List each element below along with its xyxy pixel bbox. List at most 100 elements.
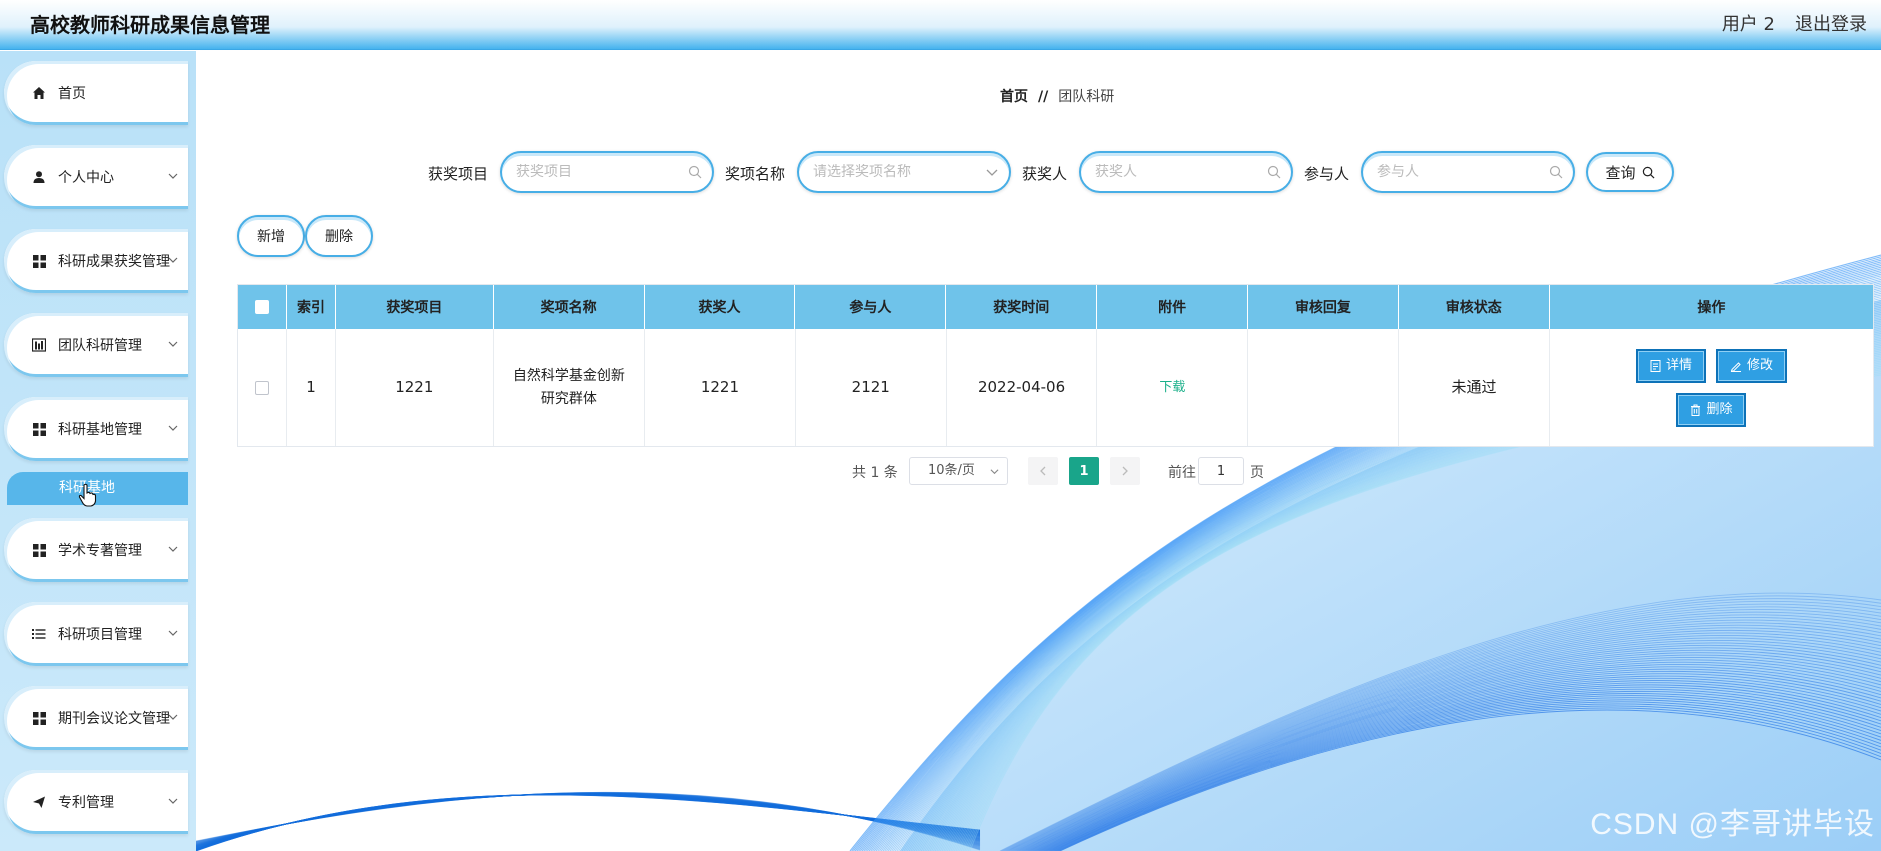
award-project-field[interactable] [500, 151, 714, 193]
participant-label: 参与人 [1304, 165, 1350, 183]
winner-input[interactable] [1095, 164, 1265, 180]
column-header: 获奖时间 [946, 285, 1098, 329]
column-header: 操作 [1697, 300, 1726, 316]
sidebar-item-label: 个人中心 [58, 170, 114, 186]
column-header: 参与人 [795, 285, 947, 329]
chevron-down-icon [168, 630, 178, 636]
sidebar-item-patent[interactable]: 专利管理 [4, 770, 188, 834]
page-size-select[interactable]: 10条/页 [909, 457, 1008, 485]
search-icon [1267, 165, 1281, 179]
sidebar-item-team-research[interactable]: 团队科研管理 [4, 313, 188, 377]
column-header: 获奖项目 [336, 285, 494, 329]
sidebar-item-personal-center[interactable]: 个人中心 [4, 145, 188, 209]
chevron-down-icon [168, 546, 178, 552]
download-link[interactable]: 下载 [1159, 376, 1185, 399]
chevron-right-icon [1122, 466, 1128, 476]
column-header: 奖项名称 [494, 285, 645, 329]
chevron-down-icon [168, 173, 178, 179]
column-header: 审核回复 [1248, 285, 1399, 329]
detail-button[interactable]: 详情 [1635, 348, 1706, 383]
column-header: 获奖人 [645, 285, 796, 329]
edit-button[interactable]: 修改 [1715, 348, 1787, 383]
sidebar-item-journal-papers[interactable]: 期刊会议论文管理 [4, 686, 188, 750]
current-user[interactable]: 用户 2 [1722, 10, 1775, 36]
award-project-cell: 1221 [336, 329, 494, 446]
award-project-label: 获奖项目 [428, 165, 489, 183]
sidebar-item-label: 专利管理 [58, 795, 114, 811]
page-number-button[interactable]: 1 [1069, 457, 1099, 485]
search-icon [1642, 166, 1654, 178]
page-unit-label: 页 [1250, 465, 1264, 481]
data-table: 索引 获奖项目 奖项名称 获奖人 参与人 获奖时间 附件 审核回复 审核状态 操… [237, 284, 1874, 447]
pagination: 共 1 条 10条/页 1 前往 页 [196, 457, 1881, 485]
sidebar-item-research-base[interactable]: 科研基地管理 [4, 397, 188, 461]
next-page-button[interactable] [1110, 457, 1140, 485]
award-project-input[interactable] [516, 164, 686, 180]
goto-page-input[interactable] [1198, 457, 1244, 485]
document-icon [1650, 359, 1661, 372]
row-select-cell [238, 329, 287, 446]
winner-field[interactable] [1079, 151, 1293, 193]
breadcrumb-home[interactable]: 首页 [1000, 89, 1028, 105]
award-name-select[interactable] [797, 151, 1011, 193]
sidebar: 首页 个人中心 科研成果获奖管理 团队科研管理 科研基地管理 科研基地 学术专著… [0, 51, 196, 851]
search-icon [1549, 165, 1563, 179]
winner-label: 获奖人 [1022, 165, 1068, 183]
query-button[interactable]: 查询 [1586, 152, 1674, 192]
sidebar-item-home[interactable]: 首页 [4, 61, 188, 125]
chevron-down-icon [168, 425, 178, 431]
chevron-down-icon [168, 341, 178, 347]
hand-cursor-icon [78, 483, 97, 507]
sidebar-item-label: 学术专著管理 [58, 543, 142, 559]
page-size-value: 10条/页 [928, 463, 975, 478]
sidebar-item-label: 首页 [58, 86, 86, 102]
participant-input[interactable] [1377, 164, 1547, 180]
review-reply-cell [1248, 329, 1400, 446]
attachment-cell: 下载 [1097, 329, 1249, 446]
prev-page-button[interactable] [1028, 457, 1058, 485]
edit-icon [1730, 360, 1742, 372]
participant-cell: 2121 [796, 329, 947, 446]
sidebar-item-label: 团队科研管理 [58, 338, 142, 354]
row-checkbox[interactable] [254, 380, 269, 395]
row-delete-button-label: 删除 [1706, 402, 1733, 417]
column-header: 索引 [287, 285, 336, 329]
send-icon [30, 793, 48, 811]
breadcrumb-current: 团队科研 [1058, 89, 1115, 105]
delete-batch-button[interactable]: 删除 [305, 215, 373, 257]
column-header: 审核状态 [1399, 285, 1550, 329]
participant-field[interactable] [1361, 151, 1575, 193]
grid-icon [30, 252, 48, 270]
sidebar-item-label: 期刊会议论文管理 [58, 711, 170, 727]
table-header: 索引 获奖项目 奖项名称 获奖人 参与人 获奖时间 附件 审核回复 审核状态 操… [238, 285, 1873, 329]
goto-label: 前往 [1168, 465, 1196, 481]
grid-icon [30, 420, 48, 438]
award-name-label: 奖项名称 [725, 165, 786, 183]
sidebar-item-label: 科研成果获奖管理 [58, 254, 170, 270]
sidebar-item-research-project[interactable]: 科研项目管理 [4, 602, 188, 666]
chevron-down-icon [990, 469, 999, 475]
winner-cell: 1221 [645, 329, 796, 446]
sidebar-item-label: 科研项目管理 [58, 627, 142, 643]
search-bar: 获奖项目 奖项名称 获奖人 参与人 查询 [196, 151, 1881, 195]
chevron-down-icon [986, 169, 998, 176]
sidebar-item-label: 科研基地管理 [58, 422, 142, 438]
column-header: 附件 [1097, 285, 1249, 329]
query-button-label: 查询 [1605, 163, 1636, 182]
award-name-input[interactable] [813, 164, 983, 180]
sidebar-item-award-management[interactable]: 科研成果获奖管理 [4, 229, 188, 293]
chevron-down-icon [168, 798, 178, 804]
logout-link[interactable]: 退出登录 [1795, 10, 1867, 36]
row-delete-button[interactable]: 删除 [1676, 392, 1747, 427]
home-icon [30, 84, 48, 102]
select-all-checkbox[interactable] [255, 300, 269, 314]
index-cell: 1 [287, 329, 336, 446]
add-button[interactable]: 新增 [237, 215, 305, 257]
grid-icon [30, 541, 48, 559]
watermark: CSDN @李哥讲毕设 [1590, 808, 1875, 841]
chevron-down-icon [168, 257, 178, 263]
breadcrumb-separator: // [1038, 89, 1049, 105]
detail-button-label: 详情 [1665, 358, 1692, 373]
sidebar-item-academic-monograph[interactable]: 学术专著管理 [4, 518, 188, 582]
trash-icon [1690, 404, 1701, 416]
